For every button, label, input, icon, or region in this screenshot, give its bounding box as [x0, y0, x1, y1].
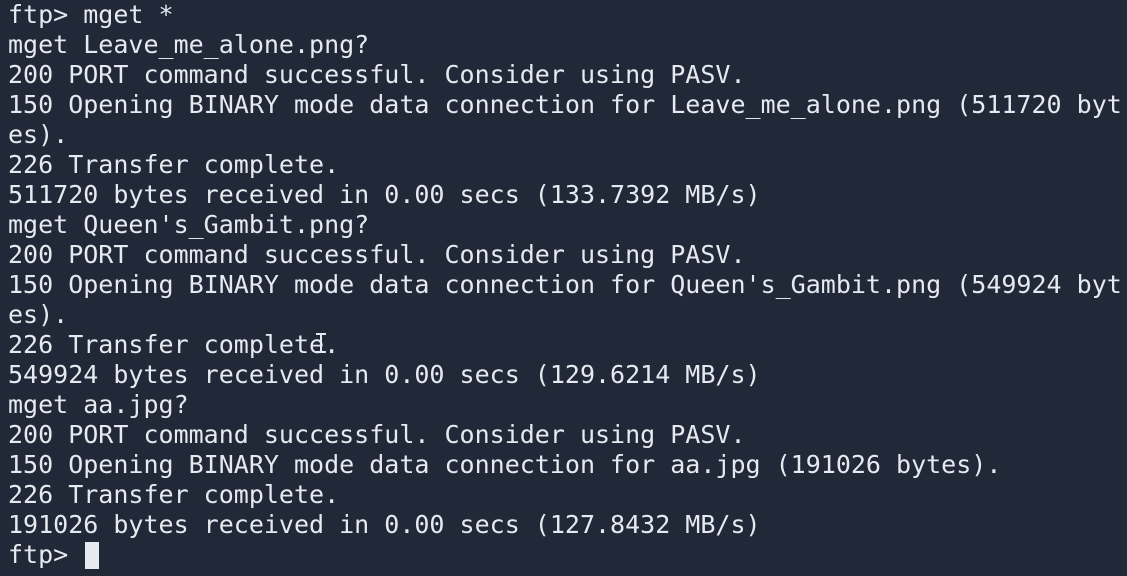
terminal-line-command: ftp> mget *: [8, 0, 174, 29]
terminal-line-mget-file: mget Leave_me_alone.png?: [8, 30, 370, 59]
ftp-prompt: ftp>: [8, 540, 84, 569]
terminal-line-wrap: es).: [8, 300, 69, 329]
terminal-line-bytes-received: 511720 bytes received in 0.00 secs (133.…: [8, 180, 761, 209]
terminal-line-bytes-received: 549924 bytes received in 0.00 secs (129.…: [8, 360, 761, 389]
terminal-line-opening-connection: 150 Opening BINARY mode data connection …: [8, 90, 1122, 119]
terminal-line-port-response: 200 PORT command successful. Consider us…: [8, 420, 746, 449]
terminal-line-port-response: 200 PORT command successful. Consider us…: [8, 60, 746, 89]
terminal-line-opening-connection: 150 Opening BINARY mode data connection …: [8, 450, 1002, 479]
text-cursor: [85, 541, 100, 569]
terminal-window[interactable]: ftp> mget * mget Leave_me_alone.png? 200…: [0, 0, 1127, 576]
terminal-line-port-response: 200 PORT command successful. Consider us…: [8, 240, 746, 269]
terminal-line-mget-file: mget aa.jpg?: [8, 390, 189, 419]
terminal-line-transfer-complete: 226 Transfer complete.: [8, 150, 340, 179]
terminal-line-bytes-received: 191026 bytes received in 0.00 secs (127.…: [8, 510, 761, 539]
ibeam-cursor-icon: [316, 333, 326, 353]
terminal-prompt-line[interactable]: ftp>: [8, 540, 1127, 570]
terminal-line-transfer-complete: 226 Transfer complete.: [8, 330, 340, 359]
terminal-line-opening-connection: 150 Opening BINARY mode data connection …: [8, 270, 1122, 299]
terminal-line-transfer-complete: 226 Transfer complete.: [8, 480, 340, 509]
terminal-line-mget-file: mget Queen's_Gambit.png?: [8, 210, 370, 239]
terminal-line-wrap: es).: [8, 120, 69, 149]
